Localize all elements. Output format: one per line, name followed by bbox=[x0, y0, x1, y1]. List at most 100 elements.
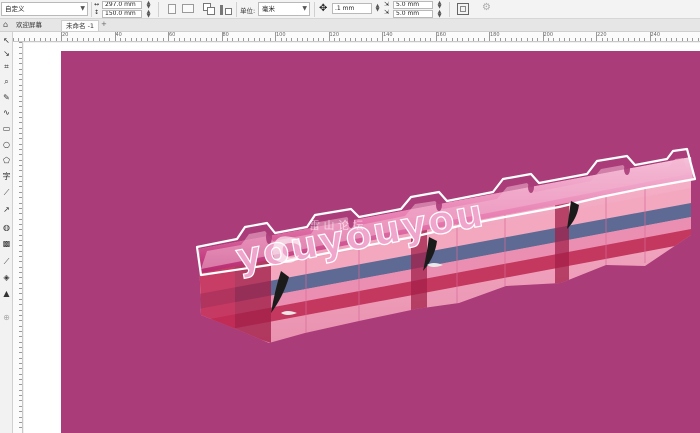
ruler-tick bbox=[387, 38, 389, 41]
ruler-tick bbox=[237, 38, 239, 41]
ruler-tick bbox=[665, 38, 667, 41]
ruler-tick bbox=[606, 38, 608, 41]
tab-untitled-1[interactable]: 未命名 -1 bbox=[61, 20, 100, 31]
ruler-tick bbox=[446, 38, 448, 41]
ruler-tick bbox=[328, 32, 330, 41]
drop-shadow-tool-icon[interactable]: ◍ bbox=[1, 222, 12, 233]
ruler-tick bbox=[19, 58, 22, 60]
ruler-tick bbox=[45, 38, 47, 41]
pick-tool-icon[interactable]: ↖ bbox=[1, 35, 12, 46]
page-preset-dropdown[interactable]: 自定义 ▼ bbox=[1, 2, 88, 16]
ruler-tick bbox=[515, 38, 517, 41]
separator bbox=[158, 2, 159, 17]
ruler-tick bbox=[19, 400, 22, 402]
vertical-ruler[interactable] bbox=[13, 42, 23, 433]
parallel-dimension-tool-icon[interactable]: ⟋ bbox=[1, 187, 12, 198]
ruler-tick bbox=[590, 38, 592, 41]
ruler-tick bbox=[19, 427, 22, 429]
youyouyou-3d-text-artwork[interactable]: youyouyou 雷 山 论 坛 bbox=[61, 51, 700, 433]
ruler-tick bbox=[189, 38, 191, 41]
ruler-tick bbox=[285, 38, 287, 41]
zoom-tool-icon[interactable]: ⌕ bbox=[1, 76, 12, 87]
ruler-tick bbox=[19, 159, 22, 161]
landscape-button[interactable] bbox=[182, 4, 194, 13]
color-eyedropper-tool-icon[interactable]: ⟋ bbox=[1, 256, 12, 267]
duplicate-y-input[interactable]: 5.0 mm bbox=[393, 10, 433, 18]
ruler-tick bbox=[19, 389, 22, 391]
freehand-tool-icon[interactable]: ✎ bbox=[1, 92, 12, 103]
separator bbox=[449, 2, 450, 17]
ruler-tick bbox=[526, 38, 528, 41]
ruler-tick bbox=[19, 63, 22, 65]
polygon-tool-icon[interactable]: ⬠ bbox=[1, 155, 12, 166]
separator bbox=[236, 2, 237, 17]
ruler-tick bbox=[360, 38, 362, 41]
ruler-tick bbox=[19, 84, 22, 86]
ruler-tick bbox=[489, 32, 491, 41]
text-tool-icon[interactable]: 字 bbox=[1, 171, 12, 182]
ruler-tick bbox=[98, 38, 100, 41]
shape-tool-icon[interactable]: ↘ bbox=[1, 48, 12, 59]
options-gear-icon[interactable]: ⚙ bbox=[482, 2, 491, 13]
ruler-tick bbox=[120, 38, 121, 41]
all-pages-button[interactable] bbox=[203, 3, 216, 16]
chevron-down-icon: ▼ bbox=[80, 5, 85, 12]
nudge-distance-input[interactable]: .1 mm bbox=[332, 3, 372, 14]
ruler-tick bbox=[633, 38, 635, 41]
transparency-tool-icon[interactable]: ▩ bbox=[1, 238, 12, 249]
duplicate-x-spinner[interactable]: ▲ ▼ bbox=[436, 1, 443, 10]
portrait-button[interactable] bbox=[168, 4, 176, 14]
page-width-input[interactable]: 297.0 mm bbox=[102, 1, 142, 9]
horizontal-ruler[interactable]: 20 40 60 80 100 120 140 160 180 200 220 240 bbox=[13, 32, 700, 42]
ruler-tick bbox=[617, 38, 619, 41]
tab-welcome-screen[interactable]: 欢迎屏幕 bbox=[12, 20, 46, 31]
ruler-tick bbox=[19, 42, 22, 43]
nudge-spinner[interactable]: ▲ ▼ bbox=[374, 4, 381, 13]
ruler-tick bbox=[243, 38, 245, 41]
ruler-tick bbox=[152, 38, 154, 41]
ruler-tick bbox=[681, 38, 683, 41]
ruler-tick bbox=[19, 191, 22, 193]
height-spinner[interactable]: ▲ ▼ bbox=[145, 10, 152, 19]
ruler-tick bbox=[612, 38, 614, 41]
rectangle-tool-icon[interactable]: ▭ bbox=[1, 123, 12, 134]
ruler-tick bbox=[205, 38, 207, 41]
duplicate-y-spinner[interactable]: ▲ ▼ bbox=[436, 10, 443, 19]
interactive-fill-tool-icon[interactable]: ◈ bbox=[1, 272, 12, 283]
connector-tool-icon[interactable]: ↗ bbox=[1, 204, 12, 215]
current-page-button[interactable] bbox=[220, 3, 233, 16]
crop-tool-icon[interactable]: ⌗ bbox=[1, 61, 12, 72]
page-height-input[interactable]: 150.0 mm bbox=[102, 10, 142, 18]
ruler-tick bbox=[61, 32, 63, 41]
ruler-tick bbox=[344, 38, 346, 41]
ruler-tick bbox=[622, 38, 624, 41]
page-canvas[interactable]: youyouyou 雷 山 论 坛 bbox=[61, 51, 700, 433]
ruler-tick bbox=[644, 38, 646, 41]
ruler-tick bbox=[19, 138, 22, 140]
more-tools-icon[interactable]: ⊕ bbox=[1, 312, 12, 323]
treat-as-filled-button[interactable] bbox=[457, 3, 469, 15]
ruler-tick bbox=[141, 38, 143, 41]
ruler-tick bbox=[19, 320, 22, 322]
ruler-tick bbox=[269, 38, 271, 41]
ruler-tick bbox=[19, 245, 22, 247]
home-icon[interactable]: ⌂ bbox=[3, 20, 8, 29]
drawing-workspace[interactable]: youyouyou 雷 山 论 坛 bbox=[24, 43, 700, 433]
ruler-tick bbox=[19, 336, 22, 338]
ruler-tick bbox=[499, 38, 501, 41]
artistic-media-tool-icon[interactable]: ∿ bbox=[1, 107, 12, 118]
add-document-icon[interactable]: + bbox=[101, 20, 107, 28]
width-spinner[interactable]: ▲ ▼ bbox=[145, 1, 152, 10]
smart-fill-tool-icon[interactable]: ▲ bbox=[1, 288, 12, 299]
units-dropdown[interactable]: 毫米 ▼ bbox=[258, 2, 310, 16]
ruler-tick bbox=[19, 175, 22, 177]
ruler-tick bbox=[19, 373, 22, 375]
units-value: 毫米 bbox=[262, 5, 275, 13]
duplicate-x-input[interactable]: 5.0 mm bbox=[393, 1, 433, 9]
document-tab-bar: ⌂ 欢迎屏幕 未命名 -1 + bbox=[0, 19, 700, 32]
watermark-text: 雷 山 论 坛 bbox=[309, 218, 364, 232]
ellipse-tool-icon[interactable]: ○ bbox=[1, 139, 12, 150]
ruler-tick bbox=[19, 261, 22, 263]
ruler-tick bbox=[467, 38, 469, 41]
ruler-tick bbox=[19, 122, 22, 124]
